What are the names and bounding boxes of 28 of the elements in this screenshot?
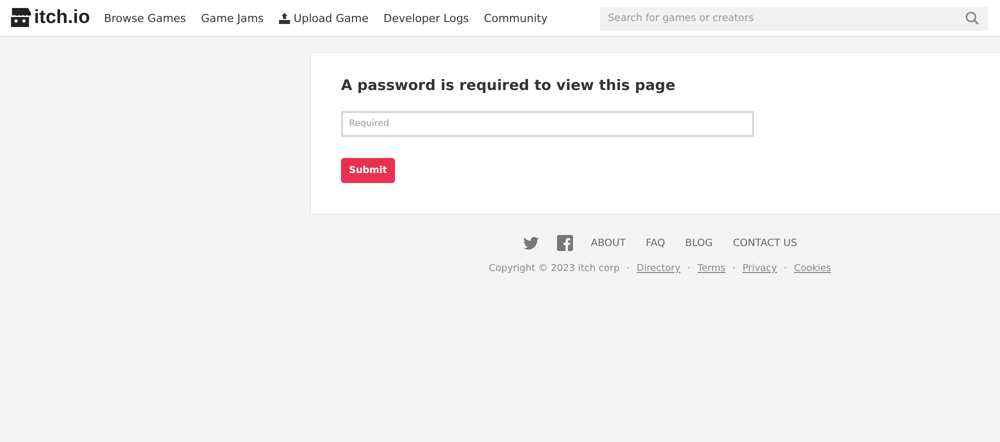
footer-link[interactable]: CONTACT US: [732, 238, 798, 248]
submit-button[interactable]: Submit: [341, 158, 396, 183]
separator-dot: ·: [626, 263, 630, 274]
footer-link[interactable]: Privacy: [742, 263, 777, 274]
footer-link[interactable]: BLOG: [685, 238, 713, 248]
footer-link[interactable]: Terms: [697, 263, 726, 274]
footer-link[interactable]: Directory: [636, 263, 680, 274]
search-icon[interactable]: [965, 11, 979, 25]
password-field[interactable]: Required: [341, 111, 754, 137]
bird-icon[interactable]: [522, 236, 539, 250]
upload-icon: [278, 12, 290, 24]
nav-link[interactable]: Upload Game: [278, 12, 368, 24]
nav-link[interactable]: Community: [484, 12, 548, 24]
storefront-icon: [9, 8, 31, 28]
nav-link[interactable]: Game Jams: [200, 12, 264, 24]
facebook-icon[interactable]: [556, 235, 573, 251]
separator-dot: ·: [732, 263, 736, 274]
search-field[interactable]: Search for games or creators: [600, 6, 988, 30]
separator-dot: ·: [687, 263, 690, 274]
card-title: A password is required to view this page: [341, 78, 676, 94]
separator-dot: ·: [784, 263, 787, 274]
nav-link[interactable]: Browse Games: [104, 12, 186, 24]
footer-link[interactable]: ABOUT: [590, 238, 626, 248]
nav-link[interactable]: Developer Logs: [383, 12, 469, 24]
footer-link[interactable]: Cookies: [794, 263, 832, 274]
itch-logo[interactable]: itch.io: [9, 7, 90, 29]
copyright-text: Copyright © 2023 itch corp: [488, 263, 620, 274]
footer-link[interactable]: FAQ: [646, 238, 666, 248]
